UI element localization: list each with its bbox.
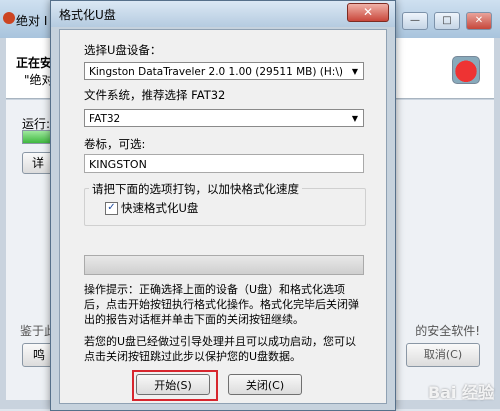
format-dialog: 格式化U盘 ✕ 选择U盘设备： Kingston DataTraveler 2.… <box>50 0 396 411</box>
chevron-down-icon: ▼ <box>351 67 358 76</box>
start-button[interactable]: 开始(S) <box>136 374 210 395</box>
device-label: 选择U盘设备： <box>84 43 162 57</box>
maximize-icon[interactable]: □ <box>434 12 460 30</box>
background-cancel-button[interactable]: 取消(C) <box>406 343 480 367</box>
volume-label: 卷标，可选: <box>84 137 146 151</box>
window-controls: — □ ✕ <box>402 12 492 30</box>
skip-note: 若您的U盘已经做过引导处理并且可以成功启动，您可以点击关闭按钮跳过此步以保护您的… <box>84 335 357 363</box>
app-icon <box>3 12 15 24</box>
filesystem-select-value: FAT32 <box>89 113 121 125</box>
baidu-watermark: Bai 经验 <box>427 383 494 402</box>
chevron-down-icon: ▼ <box>351 114 358 123</box>
filesystem-label: 文件系统，推荐选择 FAT32 <box>84 88 226 102</box>
dialog-body: 选择U盘设备： Kingston DataTraveler 2.0 1.00 (… <box>59 29 387 404</box>
background-right-text: 的安全软件! <box>415 324 480 338</box>
close-icon[interactable]: ✕ <box>466 12 492 30</box>
dialog-title: 格式化U盘 <box>59 8 116 22</box>
volume-label-input[interactable]: KINGSTON <box>84 154 364 173</box>
device-select[interactable]: Kingston DataTraveler 2.0 1.00 (29511 MB… <box>84 62 364 80</box>
operation-tip: 操作提示：正确选择上面的设备（U盘）和格式化选项后，点击开始按钮执行格式化操作。… <box>84 283 359 326</box>
background-window-title: 绝对 I <box>16 14 48 28</box>
dialog-titlebar: 格式化U盘 ✕ <box>51 1 395 27</box>
close-button[interactable]: 关闭(C) <box>228 374 302 395</box>
quick-format-checkbox[interactable]: ✓ <box>105 202 118 215</box>
dialog-close-icon[interactable]: ✕ <box>347 3 389 22</box>
filesystem-select[interactable]: FAT32 ▼ <box>84 109 364 127</box>
quick-format-label: 快速格式化U盘 <box>121 201 199 215</box>
device-select-value: Kingston DataTraveler 2.0 1.00 (29511 MB… <box>89 66 343 78</box>
format-progress-bar <box>84 255 364 275</box>
background-heading: 正在安 <box>16 56 53 70</box>
quick-format-group-legend: 请把下面的选项打钩，以加快格式化速度 <box>89 181 302 197</box>
angry-bird-icon <box>452 56 480 84</box>
minimize-icon[interactable]: — <box>402 12 428 30</box>
